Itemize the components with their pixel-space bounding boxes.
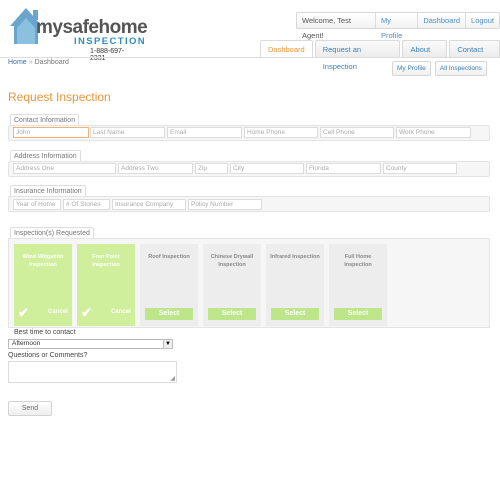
inspection-title: Infrared Inspection bbox=[270, 254, 320, 260]
last-name-field[interactable]: Last Name bbox=[90, 127, 165, 138]
my-profile-button[interactable]: My Profile bbox=[392, 61, 431, 76]
inspection-card-chinese-drywall[interactable]: Chinese Drywall Inspection Select bbox=[203, 244, 261, 326]
sub-nav: My Profile All Inspections bbox=[392, 61, 487, 76]
address-two-field[interactable]: Address Two bbox=[118, 163, 193, 174]
tab-about-us[interactable]: About Us bbox=[402, 40, 448, 71]
address-one-field[interactable]: Address One bbox=[13, 163, 116, 174]
tab-contact-us[interactable]: Contact Us bbox=[449, 40, 500, 71]
main-nav: Dashboard Request an Inspection About Us… bbox=[260, 40, 500, 71]
inspection-card-infrared[interactable]: Infrared Inspection Select bbox=[266, 244, 324, 326]
home-phone-field[interactable]: Home Phone bbox=[244, 127, 318, 138]
inspection-title: Four Point Inspection bbox=[92, 254, 120, 268]
tab-request-inspection[interactable]: Request an Inspection bbox=[314, 40, 401, 71]
checkmark-icon: ✔ bbox=[18, 305, 29, 320]
county-field[interactable]: County bbox=[383, 163, 457, 174]
my-profile-link[interactable]: My Profile bbox=[374, 13, 417, 40]
comments-textarea[interactable]: ◢ bbox=[8, 361, 177, 383]
inspection-title: Wind Mitigation Inspection bbox=[22, 254, 64, 268]
logo-phone: 1-888-697-2331 bbox=[90, 48, 125, 62]
nav-divider bbox=[0, 57, 500, 58]
page-title: Request Inspection bbox=[8, 90, 111, 104]
breadcrumb-separator: » bbox=[28, 59, 33, 66]
dashboard-link[interactable]: Dashboard bbox=[417, 13, 465, 28]
stories-field[interactable]: # Of Stories bbox=[63, 199, 110, 210]
inspection-card-full-home[interactable]: Full Home Inspection Select bbox=[329, 244, 387, 326]
logo-wordmark: mysafehome bbox=[36, 17, 148, 38]
cancel-button[interactable]: Cancel bbox=[111, 309, 131, 315]
email-field[interactable]: Email bbox=[167, 127, 242, 138]
checkmark-icon: ✔ bbox=[81, 305, 92, 320]
cell-phone-field[interactable]: Cell Phone bbox=[320, 127, 394, 138]
city-field[interactable]: City bbox=[230, 163, 304, 174]
inspection-title: Full Home Inspection bbox=[344, 254, 372, 268]
breadcrumb-home[interactable]: Home bbox=[8, 59, 27, 66]
logout-link[interactable]: Logout bbox=[465, 13, 499, 28]
inspection-title: Roof Inspection bbox=[148, 254, 190, 260]
comments-label: Questions or Comments? bbox=[8, 352, 88, 359]
policy-number-field[interactable]: Policy Number bbox=[188, 199, 262, 210]
select-button[interactable]: Select bbox=[145, 308, 193, 320]
welcome-text: Welcome, Test Agent! bbox=[302, 16, 351, 40]
all-inspections-button[interactable]: All Inspections bbox=[434, 61, 487, 76]
inspection-card-wind-mitigation[interactable]: Wind Mitigation Inspection ✔ Cancel bbox=[14, 244, 72, 326]
inspection-card-roof[interactable]: Roof Inspection Select bbox=[140, 244, 198, 326]
site-logo[interactable]: mysafehome INSPECTION 1-888-697-2331 bbox=[8, 4, 148, 62]
breadcrumb-current: Dashboard bbox=[34, 59, 69, 66]
logo-subtitle: INSPECTION bbox=[74, 36, 147, 47]
cancel-button[interactable]: Cancel bbox=[48, 309, 68, 315]
select-button[interactable]: Select bbox=[208, 308, 256, 320]
state-field[interactable]: Florida bbox=[306, 163, 381, 174]
send-button[interactable]: Send bbox=[8, 401, 52, 416]
best-time-value: Afternoon bbox=[12, 340, 41, 347]
breadcrumb: Home» Dashboard bbox=[8, 59, 69, 66]
select-button[interactable]: Select bbox=[334, 308, 382, 320]
dropdown-arrow-icon[interactable]: ▼ bbox=[163, 340, 172, 348]
year-of-home-field[interactable]: Year of Home bbox=[13, 199, 61, 210]
best-time-select[interactable]: Afternoon ▼ bbox=[8, 339, 173, 349]
first-name-field[interactable]: John bbox=[13, 127, 89, 138]
best-time-label: Best time to contact bbox=[14, 329, 76, 336]
inspection-card-four-point[interactable]: Four Point Inspection ✔ Cancel bbox=[77, 244, 135, 326]
select-button[interactable]: Select bbox=[271, 308, 319, 320]
resize-grip-icon[interactable]: ◢ bbox=[170, 376, 175, 382]
zip-field[interactable]: Zip bbox=[195, 163, 228, 174]
insurance-company-field[interactable]: Insurance Company bbox=[112, 199, 186, 210]
work-phone-field[interactable]: Work Phone bbox=[396, 127, 471, 138]
user-bar: Welcome, Test Agent! My Profile Dashboar… bbox=[296, 12, 500, 40]
tab-dashboard[interactable]: Dashboard bbox=[260, 40, 313, 57]
inspection-title: Chinese Drywall Inspection bbox=[210, 254, 254, 268]
